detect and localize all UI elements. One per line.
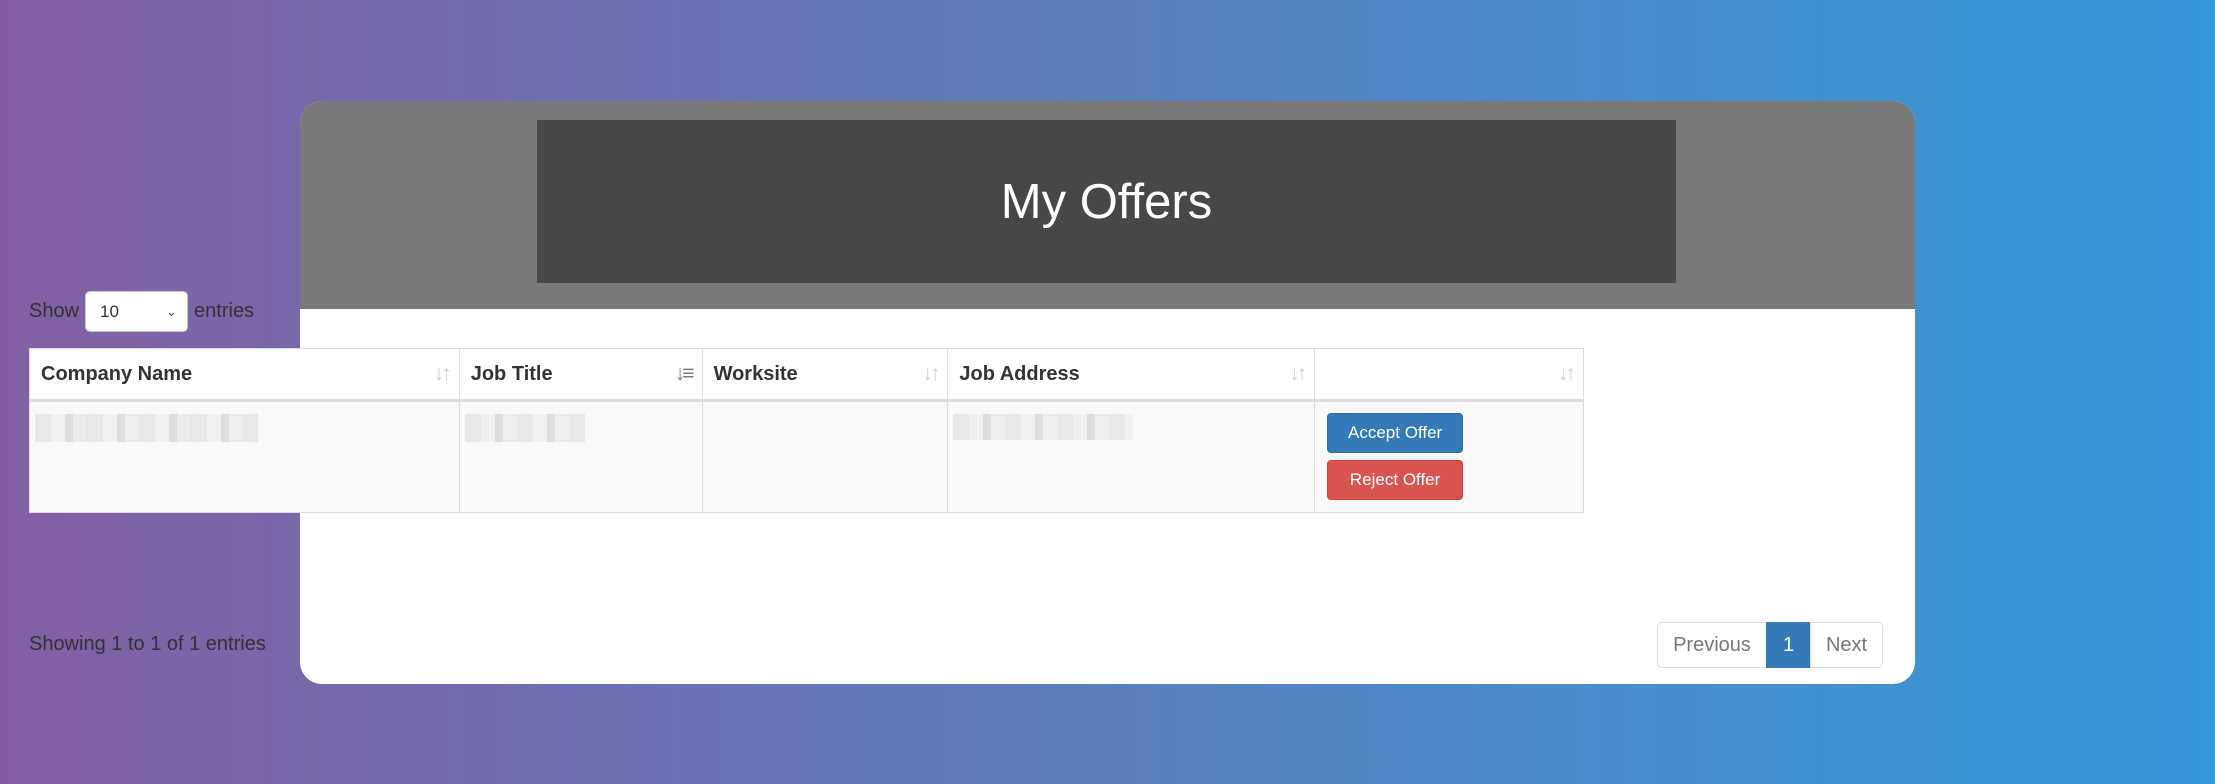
next-page-button[interactable]: Next [1810,622,1883,668]
offers-table: Company Name ↓↑ Job Title ↓≡ Worksite ↓↑… [29,348,1584,513]
column-header-actions[interactable]: ↓↑ [1314,348,1584,402]
cell-job-address [947,400,1316,513]
table-info: Showing 1 to 1 of 1 entries [29,633,266,655]
table-row: Accept Offer Reject Offer [29,400,1584,513]
title-banner: My Offers [537,120,1676,283]
chevron-down-icon: ⌄ [166,303,178,319]
previous-page-button[interactable]: Previous [1657,622,1767,668]
column-header-job-address[interactable]: Job Address ↓↑ [947,348,1316,402]
entries-length-control: Show 10 ⌄ entries [29,291,254,332]
table-header-row: Company Name ↓↑ Job Title ↓≡ Worksite ↓↑… [29,348,1584,402]
reject-offer-button[interactable]: Reject Offer [1327,460,1464,500]
cell-company-name [29,400,460,513]
cell-job-title [458,400,703,513]
redacted-company-name [35,414,258,442]
column-header-company-name[interactable]: Company Name ↓↑ [29,348,460,402]
card-header: My Offers [300,101,1915,309]
entries-label: entries [194,300,255,322]
column-label: Worksite [713,362,798,385]
sort-icon: ↓↑ [433,362,452,385]
sort-icon: ↓↑ [1289,362,1307,385]
cell-worksite [701,400,949,513]
pagination: Previous 1 Next [1657,622,1883,668]
column-label: Job Title [470,362,553,385]
redacted-job-title [464,414,585,442]
redacted-job-address [953,414,1135,440]
entries-per-page-select[interactable]: 10 ⌄ [85,291,189,332]
entries-per-page-value: 10 [100,301,119,321]
column-header-job-title[interactable]: Job Title ↓≡ [458,348,703,402]
column-label: Company Name [41,362,193,385]
show-label: Show [29,300,80,322]
column-header-worksite[interactable]: Worksite ↓↑ [701,348,949,402]
page-1-button[interactable]: 1 [1766,622,1811,668]
cell-actions: Accept Offer Reject Offer [1314,400,1584,513]
accept-offer-button[interactable]: Accept Offer [1327,413,1464,453]
sort-icon: ↓↑ [922,362,940,385]
sort-icon: ↓↑ [1558,362,1576,385]
sort-ascending-icon: ↓≡ [674,362,695,385]
column-label: Job Address [959,362,1080,385]
page-title: My Offers [1000,174,1213,229]
